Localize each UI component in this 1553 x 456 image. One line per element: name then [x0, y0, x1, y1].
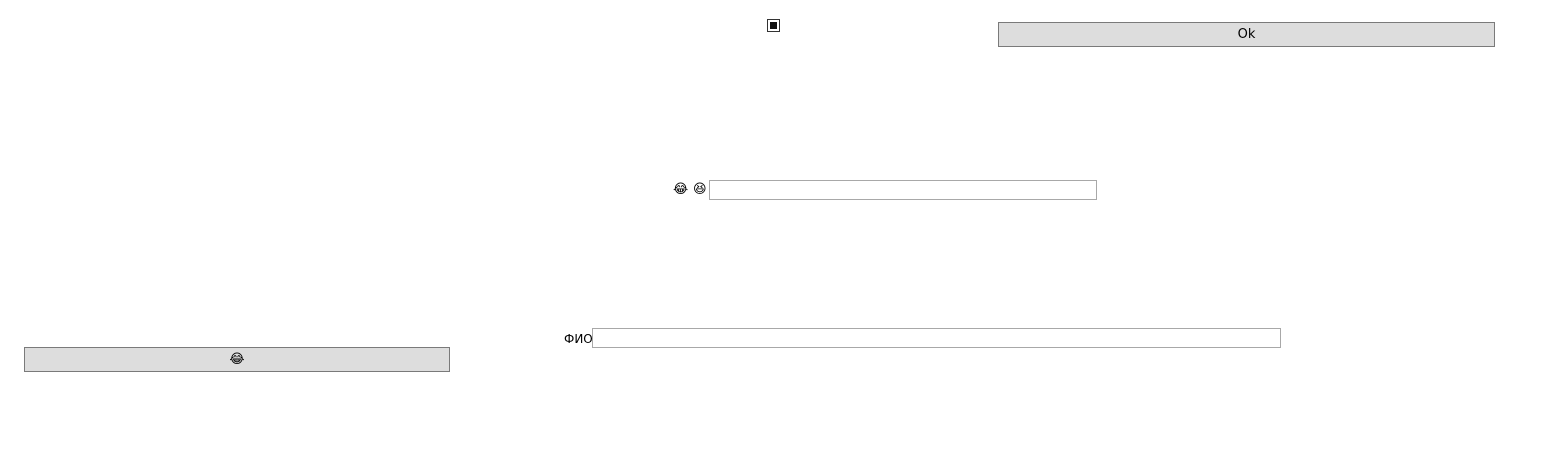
checkbox-checkmark [770, 22, 777, 29]
ok-button[interactable]: Ok [998, 22, 1495, 47]
fio-label: ФИО [564, 332, 593, 346]
emoji-button[interactable]: 😂 [24, 347, 450, 372]
emoji-text-input[interactable] [709, 180, 1097, 200]
grinning-squinting-face-icon: 😆 [693, 182, 707, 197]
face-with-tears-of-joy-icon: 😂 [229, 351, 245, 367]
face-with-tears-of-joy-icon: 😂 [673, 182, 689, 197]
checkbox[interactable] [767, 19, 780, 32]
fio-input[interactable] [592, 328, 1281, 348]
